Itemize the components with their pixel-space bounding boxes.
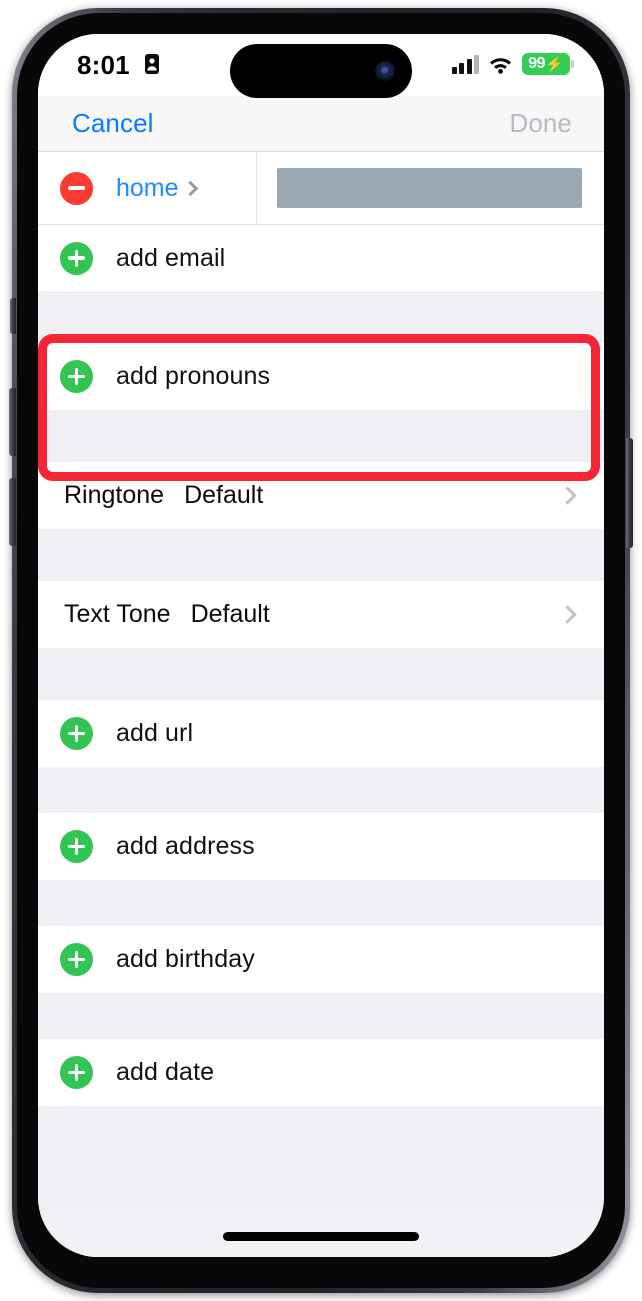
row-label: add address [116,832,255,860]
redacted-value-field[interactable] [277,168,582,208]
add-field-icon[interactable] [60,241,93,275]
remove-field-icon[interactable] [60,171,93,205]
section-text-tone: Text Tone Default [38,581,604,648]
add-field-icon[interactable] [60,1056,93,1089]
battery-indicator: 99 ⚡ [522,53,574,75]
table-row-add-birthday[interactable]: add birthday [38,926,604,993]
text-tone-value: Default [190,600,270,628]
table-row-add-email[interactable]: add email [38,224,604,291]
silent-switch-button[interactable] [10,298,16,334]
ringtone-value: Default [184,481,264,509]
cancel-button[interactable]: Cancel [72,108,154,139]
section-gap [38,529,604,581]
section-gap [38,993,604,1039]
section-address: add address [38,813,604,880]
section-gap [38,880,604,926]
power-button[interactable] [626,438,633,548]
text-tone-label: Text Tone [64,600,171,628]
add-field-icon[interactable] [60,717,93,750]
chevron-right-icon [558,485,577,505]
row-label: add date [116,1058,215,1086]
section-date: add date [38,1039,604,1106]
field-divider [256,152,257,224]
table-row-add-pronouns[interactable]: add pronouns [38,343,604,410]
wifi-icon [490,58,511,74]
section-pronouns: add pronouns [38,343,604,410]
field-label: home [116,173,179,202]
chevron-right-icon [182,180,198,196]
table-row-add-date[interactable]: add date [38,1039,604,1106]
ringtone-label: Ringtone [64,481,165,509]
section-gap [38,648,604,700]
dynamic-island [230,44,412,98]
volume-up-button[interactable] [9,388,16,456]
add-field-icon[interactable] [60,943,93,976]
table-row-home-field[interactable]: home [38,152,604,224]
row-label: add email [116,243,226,272]
home-indicator[interactable] [223,1232,419,1241]
status-bar: 8:01 99 ⚡ [38,34,604,98]
volume-down-button[interactable] [9,478,16,546]
section-ringtone: Ringtone Default [38,462,604,529]
location-arrow-icon [145,54,159,74]
contact-edit-list: home add email add pronouns Ringtone Def… [38,152,604,1257]
table-row-ringtone[interactable]: Ringtone Default [38,462,604,529]
add-field-icon[interactable] [60,830,93,863]
cellular-bars-icon [451,54,479,74]
done-button[interactable]: Done [509,108,572,139]
battery-charging-icon: ⚡ [545,55,564,73]
table-row-add-url[interactable]: add url [38,700,604,767]
battery-percent-label: 99 [528,55,546,72]
section-gap [38,767,604,813]
phone-screen: 8:01 99 ⚡ Cancel Done home add email add… [38,34,604,1257]
section-contact-methods: home add email [38,152,604,291]
table-row-text-tone[interactable]: Text Tone Default [38,581,604,648]
add-field-icon[interactable] [60,360,93,393]
status-bar-indicators: 99 ⚡ [451,53,574,75]
iphone-device-frame: 8:01 99 ⚡ Cancel Done home add email add… [9,8,633,1293]
row-label: add birthday [116,945,255,973]
row-label: add url [116,719,194,747]
section-birthday: add birthday [38,926,604,993]
field-label-group[interactable]: home [116,174,256,203]
table-row-add-address[interactable]: add address [38,813,604,880]
section-gap [38,410,604,462]
section-gap [38,291,604,343]
front-camera-icon [375,61,395,81]
navigation-bar: Cancel Done [38,96,604,152]
row-label: add pronouns [116,362,271,390]
status-bar-time: 8:01 [77,50,130,80]
section-url: add url [38,700,604,767]
chevron-right-icon [558,604,577,624]
